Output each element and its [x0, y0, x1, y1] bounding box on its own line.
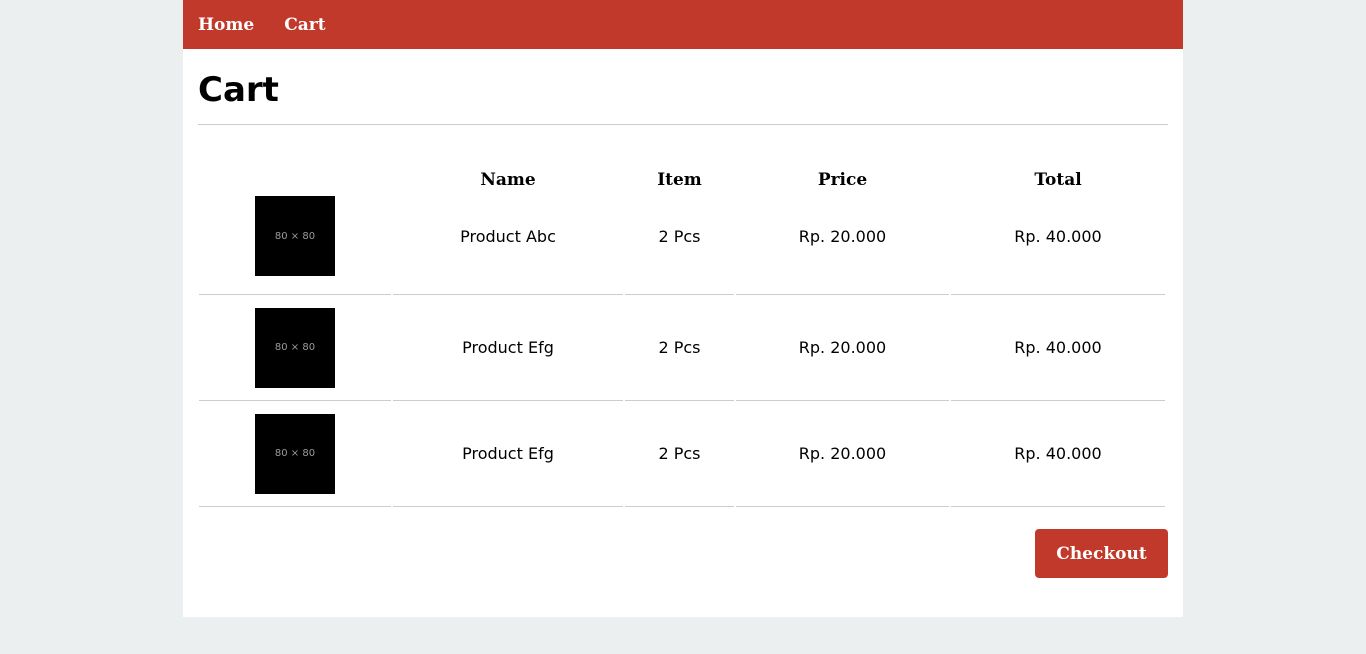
product-name-cell: Product Efg: [393, 295, 623, 401]
product-thumbnail: 80 × 80: [255, 196, 335, 276]
page-title: Cart: [198, 49, 1168, 125]
column-header-image: [199, 147, 391, 200]
column-header-total: Total: [1034, 170, 1082, 190]
product-total-cell: Rp. 40.000: [951, 200, 1165, 295]
product-price: Rp. 20.000: [798, 444, 887, 463]
nav-link-cart[interactable]: Cart: [284, 15, 325, 35]
product-total-cell: Rp. 40.000: [951, 295, 1165, 401]
table-row: 80 × 80 Product Efg 2 Pcs Rp. 20.000 Rp.…: [199, 295, 1165, 401]
table-row: 80 × 80 Product Efg 2 Pcs Rp. 20.000 Rp.…: [199, 401, 1165, 507]
product-image-cell: 80 × 80: [199, 401, 391, 507]
main-content: Cart Name Item Price Total 80 × 80 Produ…: [183, 49, 1183, 578]
product-price: Rp. 20.000: [798, 226, 887, 246]
cart-table: Name Item Price Total 80 × 80 Product Ab…: [197, 147, 1167, 507]
product-name: Product Abc: [460, 226, 556, 246]
product-item-cell: 2 Pcs: [625, 200, 734, 295]
product-quantity: 2 Pcs: [658, 444, 701, 463]
product-price: Rp. 20.000: [798, 338, 887, 357]
nav-link-home[interactable]: Home: [198, 15, 254, 35]
column-header-price: Price: [817, 170, 868, 190]
product-quantity: 2 Pcs: [658, 226, 701, 246]
column-header-name: Name: [480, 170, 536, 190]
product-name: Product Efg: [462, 444, 554, 463]
checkout-button[interactable]: Checkout: [1035, 529, 1168, 578]
product-name-cell: Product Efg: [393, 401, 623, 507]
cart-actions: Checkout: [198, 529, 1168, 578]
table-header-row: Name Item Price Total: [199, 147, 1165, 200]
product-image-cell: 80 × 80: [199, 196, 391, 295]
product-thumbnail: 80 × 80: [255, 413, 335, 494]
page-container: Home Cart Cart Name Item Price Total 80 …: [183, 0, 1183, 617]
product-item-cell: 2 Pcs: [625, 401, 734, 507]
product-total-cell: Rp. 40.000: [951, 401, 1165, 507]
product-name-cell: Product Abc: [393, 200, 623, 295]
product-price-cell: Rp. 20.000: [736, 295, 949, 401]
product-thumbnail: 80 × 80: [255, 307, 335, 388]
product-total: Rp. 40.000: [1014, 226, 1102, 246]
product-total: Rp. 40.000: [1014, 444, 1102, 463]
product-price-cell: Rp. 20.000: [736, 200, 949, 295]
column-header-item: Item: [657, 170, 702, 190]
table-row: 80 × 80 Product Abc 2 Pcs Rp. 20.000 Rp.…: [199, 196, 1165, 295]
navbar: Home Cart: [183, 0, 1183, 49]
product-quantity: 2 Pcs: [658, 338, 701, 357]
product-image-cell: 80 × 80: [199, 295, 391, 401]
product-total: Rp. 40.000: [1014, 338, 1102, 357]
product-name: Product Efg: [462, 338, 554, 357]
product-item-cell: 2 Pcs: [625, 295, 734, 401]
product-price-cell: Rp. 20.000: [736, 401, 949, 507]
